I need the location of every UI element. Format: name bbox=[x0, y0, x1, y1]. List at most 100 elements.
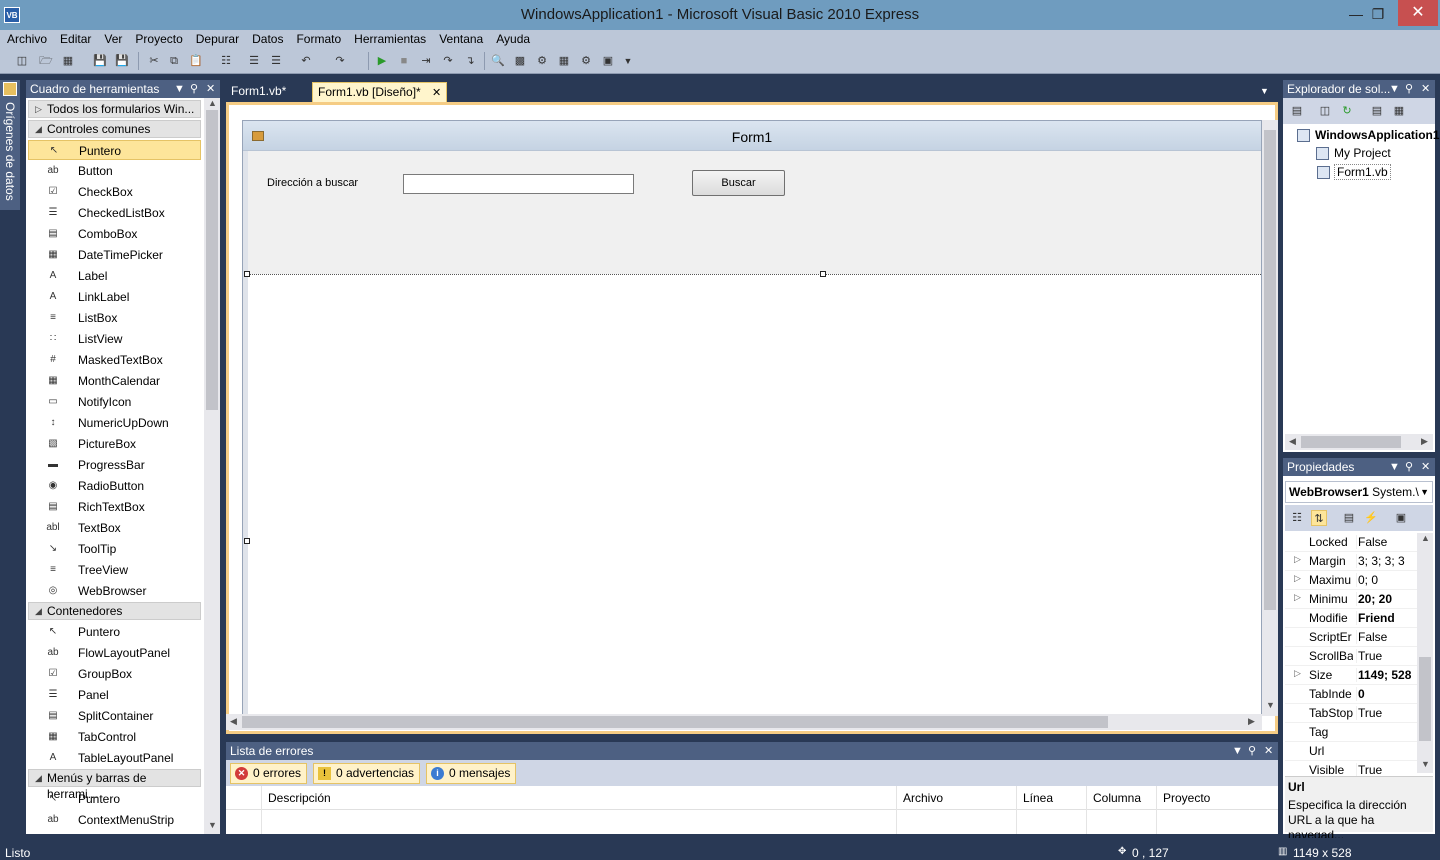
restore-button[interactable]: ❐ bbox=[1362, 0, 1394, 28]
property-value[interactable]: 3; 3; 3; 3 bbox=[1356, 554, 1417, 568]
property-row[interactable]: ScrollBa True bbox=[1285, 647, 1417, 666]
resize-handle[interactable] bbox=[244, 271, 250, 277]
toolbox-item[interactable]: ab ContextMenuStrip bbox=[28, 810, 201, 830]
properties-scrollbar[interactable]: ▲ ▼ bbox=[1417, 533, 1433, 773]
toolbox-item[interactable]: ☰ Panel bbox=[28, 685, 201, 705]
properties-pin-icon[interactable]: ⚲ bbox=[1405, 458, 1413, 476]
errors-filter-button[interactable]: ✕ 0 errores bbox=[230, 763, 308, 784]
solution-hscroll-thumb[interactable] bbox=[1301, 436, 1401, 448]
toolbox-item[interactable]: ↖ Puntero bbox=[28, 789, 201, 809]
properties-scroll-thumb[interactable] bbox=[1419, 657, 1431, 741]
solution-explorer-icon[interactable]: ▩ bbox=[512, 53, 528, 69]
properties-close-icon[interactable]: ✕ bbox=[1421, 458, 1430, 476]
column-descripcion[interactable]: Descripción bbox=[268, 791, 331, 805]
property-value[interactable]: 1149; 528 bbox=[1356, 668, 1417, 682]
toolbox-group-containers[interactable]: ◢ Contenedores bbox=[28, 602, 201, 620]
toolbox-item[interactable]: ▤ RichTextBox bbox=[28, 497, 201, 517]
error-list-close-icon[interactable]: ✕ bbox=[1264, 742, 1273, 760]
property-value[interactable]: True bbox=[1356, 706, 1417, 720]
property-pages-icon[interactable]: ▣ bbox=[1393, 510, 1409, 526]
toolbox-item[interactable]: ∷ ListView bbox=[28, 329, 201, 349]
designer-hscroll-thumb[interactable] bbox=[242, 716, 1108, 728]
address-textbox[interactable] bbox=[403, 174, 634, 194]
toolbox-item[interactable]: ◎ WebBrowser bbox=[28, 581, 201, 601]
toolbox-item[interactable]: abl TextBox bbox=[28, 518, 201, 538]
scroll-right-icon[interactable]: ▶ bbox=[1248, 716, 1255, 727]
menu-editar[interactable]: Editar bbox=[60, 32, 91, 46]
tab-close-icon[interactable]: ✕ bbox=[432, 87, 441, 99]
toolbox-item[interactable]: ≡ TreeView bbox=[28, 560, 201, 580]
property-row[interactable]: Url bbox=[1285, 742, 1417, 761]
column-columna[interactable]: Columna bbox=[1093, 791, 1141, 805]
uncomment-icon[interactable]: ☰ bbox=[268, 53, 284, 69]
toolbox-item[interactable]: A TableLayoutPanel bbox=[28, 748, 201, 768]
property-row[interactable]: Modifie Friend bbox=[1285, 609, 1417, 628]
expand-arrow-icon[interactable]: ▷ bbox=[1294, 668, 1301, 679]
property-value[interactable]: True bbox=[1356, 763, 1417, 777]
copy-icon[interactable]: ⧉ bbox=[166, 53, 182, 69]
view-designer-icon[interactable]: ▦ bbox=[1391, 103, 1407, 119]
toolbox-item[interactable]: ab Button bbox=[28, 161, 201, 181]
menu-ver[interactable]: Ver bbox=[104, 32, 122, 46]
toolbox-icon[interactable]: ⚙ bbox=[578, 53, 594, 69]
property-value[interactable]: False bbox=[1356, 535, 1417, 549]
new-project-icon[interactable]: ◫ bbox=[14, 53, 30, 69]
warnings-filter-button[interactable]: ! 0 advertencias bbox=[313, 763, 421, 784]
toolbox-item[interactable]: ▦ MonthCalendar bbox=[28, 371, 201, 391]
refresh-icon[interactable]: ↻ bbox=[1339, 103, 1355, 119]
step-over-icon[interactable]: ↷ bbox=[440, 53, 456, 69]
property-value[interactable]: Friend bbox=[1356, 611, 1417, 625]
error-list-dropdown-icon[interactable]: ▼ bbox=[1232, 742, 1243, 760]
redo-icon[interactable]: ↷ bbox=[332, 53, 348, 69]
save-icon[interactable]: 💾 bbox=[92, 53, 108, 69]
property-value[interactable]: 20; 20 bbox=[1356, 592, 1417, 606]
designer-horizontal-scrollbar[interactable]: ◀ ▶ bbox=[226, 714, 1262, 730]
open-file-icon[interactable]: 🗁 bbox=[38, 53, 54, 69]
expand-arrow-icon[interactable]: ▷ bbox=[1294, 592, 1301, 603]
toolbox-item[interactable]: ☰ CheckedListBox bbox=[28, 203, 201, 223]
scroll-up-icon[interactable]: ▲ bbox=[208, 98, 217, 108]
resize-handle[interactable] bbox=[244, 538, 250, 544]
menu-depurar[interactable]: Depurar bbox=[196, 32, 239, 46]
stop-debug-icon[interactable]: ■ bbox=[396, 53, 412, 69]
menu-herramientas[interactable]: Herramientas bbox=[354, 32, 426, 46]
start-page-icon[interactable]: ▣ bbox=[600, 53, 616, 69]
object-selector[interactable]: WebBrowser1 System.\ ▼ bbox=[1285, 481, 1433, 503]
toolbox-item[interactable]: ▦ DateTimePicker bbox=[28, 245, 201, 265]
scroll-up-icon[interactable]: ▲ bbox=[1421, 533, 1430, 543]
toolbox-item[interactable]: ↖ Puntero bbox=[28, 622, 201, 642]
object-dropdown-icon[interactable]: ▼ bbox=[1420, 482, 1429, 502]
scroll-down-icon[interactable]: ▼ bbox=[1266, 700, 1275, 710]
property-value[interactable]: True bbox=[1356, 649, 1417, 663]
property-row[interactable]: TabInde 0 bbox=[1285, 685, 1417, 704]
tab-form1-code[interactable]: Form1.vb* bbox=[226, 82, 291, 102]
categorized-icon[interactable]: ☷ bbox=[1289, 510, 1305, 526]
comment-icon[interactable]: ☰ bbox=[246, 53, 262, 69]
solution-pin-icon[interactable]: ⚲ bbox=[1405, 80, 1413, 98]
find-icon[interactable]: ☷ bbox=[218, 53, 234, 69]
step-into-icon[interactable]: ⇥ bbox=[418, 53, 434, 69]
toolbox-item[interactable]: ↖ Puntero bbox=[28, 140, 201, 160]
property-row[interactable]: ▷ Minimu 20; 20 bbox=[1285, 590, 1417, 609]
property-row[interactable]: ScriptEr False bbox=[1285, 628, 1417, 647]
add-item-icon[interactable]: ▦ bbox=[60, 53, 76, 69]
menu-datos[interactable]: Datos bbox=[252, 32, 283, 46]
toolbox-item[interactable]: ↕ NumericUpDown bbox=[28, 413, 201, 433]
toolbox-item[interactable]: ab FlowLayoutPanel bbox=[28, 643, 201, 663]
toolbox-group-all[interactable]: ▷ Todos los formularios Win... bbox=[28, 100, 201, 118]
toolbox-item[interactable]: ▤ SplitContainer bbox=[28, 706, 201, 726]
toolbox-item[interactable]: ▬ ProgressBar bbox=[28, 455, 201, 475]
data-sources-strip[interactable]: Orígenes de datos bbox=[0, 80, 20, 210]
toolbox-item[interactable]: A Label bbox=[28, 266, 201, 286]
toolbox-close-icon[interactable]: ✕ bbox=[206, 80, 215, 98]
property-row[interactable]: Tag bbox=[1285, 723, 1417, 742]
toolbox-item[interactable]: ◉ RadioButton bbox=[28, 476, 201, 496]
property-value[interactable]: False bbox=[1356, 630, 1417, 644]
expand-arrow-icon[interactable]: ▷ bbox=[1294, 573, 1301, 584]
property-row[interactable]: ▷ Size 1149; 528 bbox=[1285, 666, 1417, 685]
designer-vertical-scrollbar[interactable]: ▼ bbox=[1262, 120, 1278, 716]
column-archivo[interactable]: Archivo bbox=[903, 791, 943, 805]
toolbox-item[interactable]: ≡ ListBox bbox=[28, 308, 201, 328]
scroll-left-icon[interactable]: ◀ bbox=[230, 716, 237, 727]
toolbox-pin-icon[interactable]: ⚲ bbox=[190, 80, 198, 98]
